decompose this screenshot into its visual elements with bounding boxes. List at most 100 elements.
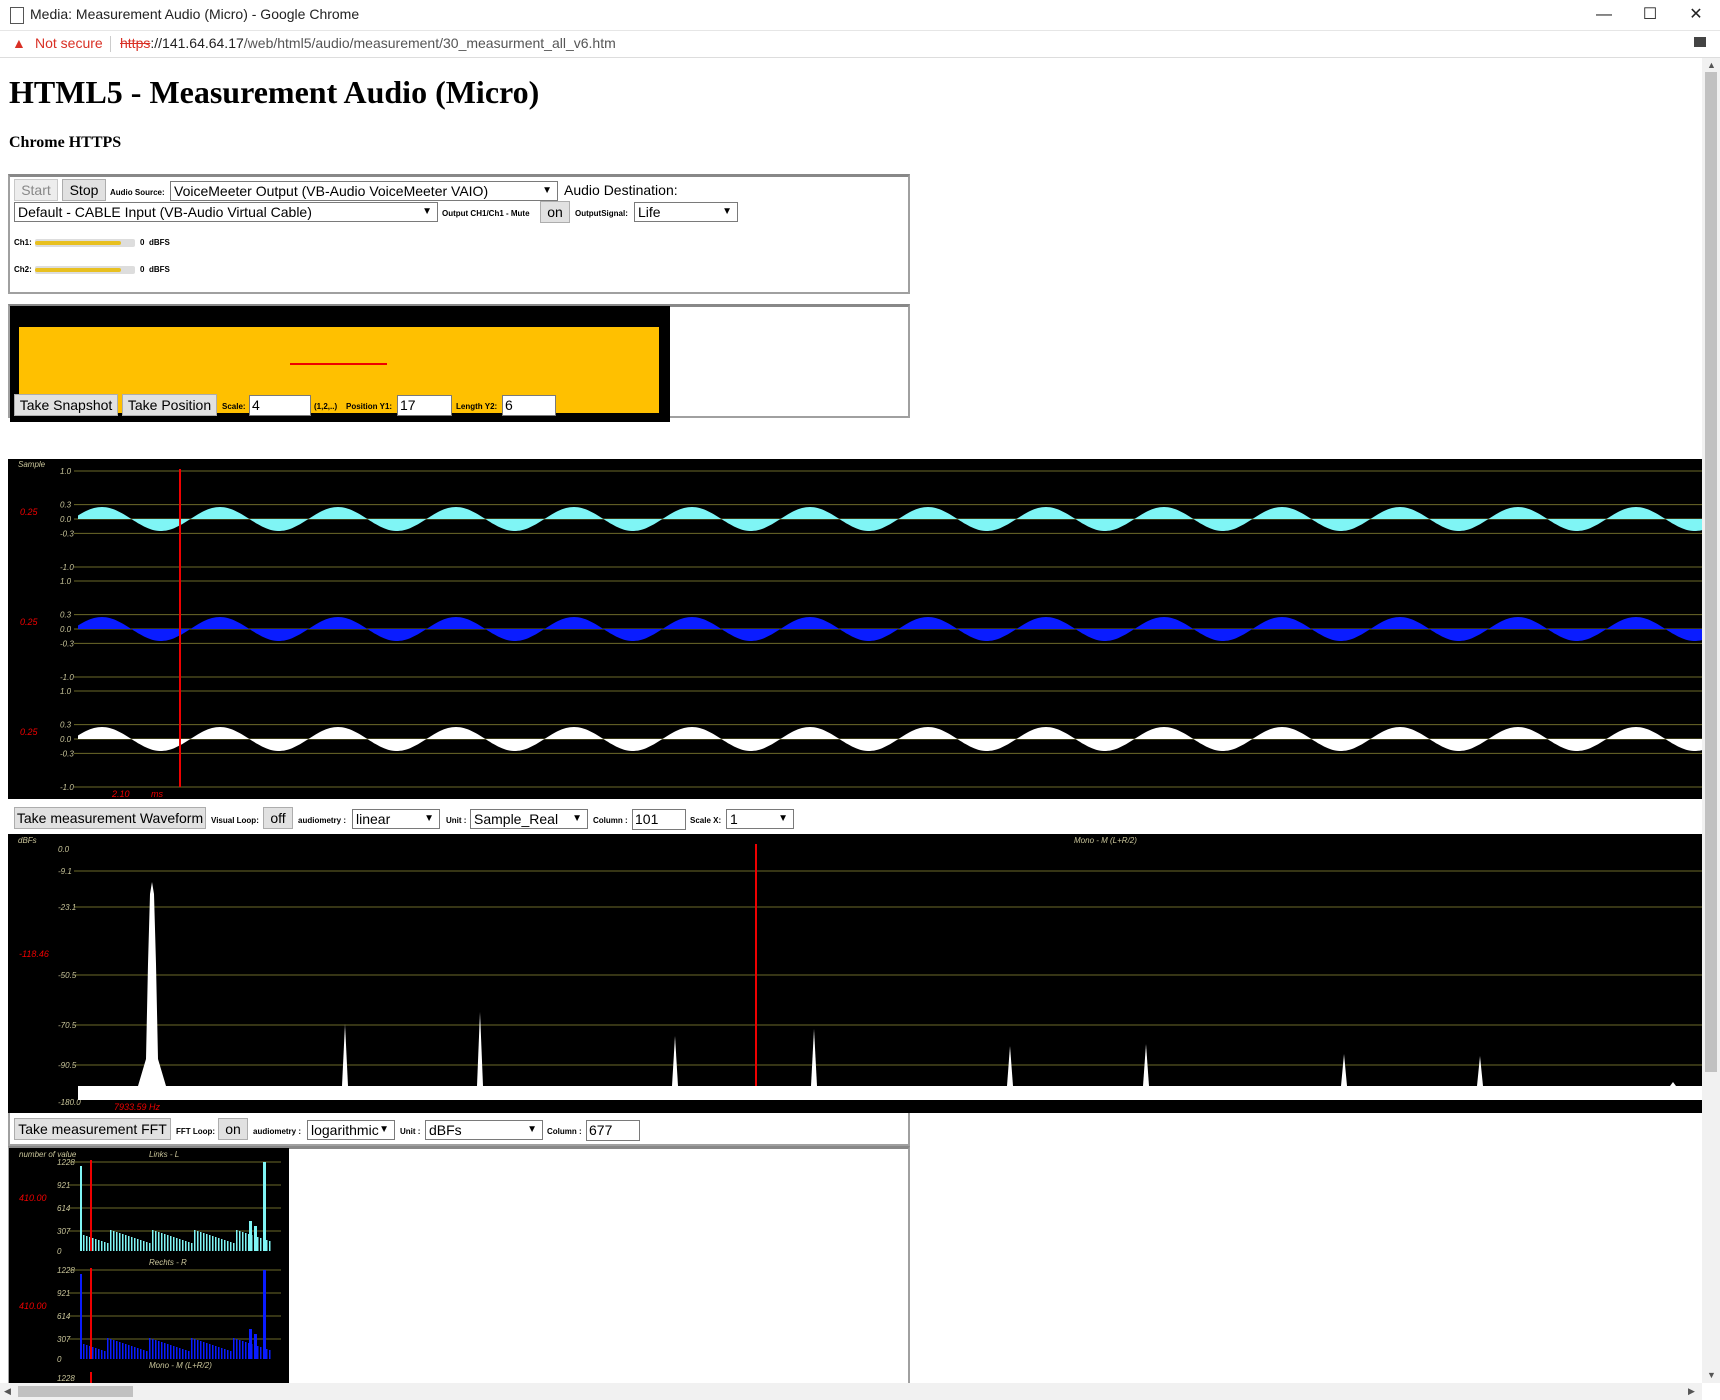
- histogram-bar: [110, 1230, 112, 1251]
- scale-x-value: 1: [730, 811, 738, 827]
- histogram-bar: [176, 1347, 178, 1359]
- maximize-button[interactable]: ☐: [1630, 4, 1670, 26]
- waveform-time-readout: 2.10: [111, 789, 130, 799]
- histogram-bar: [173, 1237, 175, 1251]
- position-y1-input[interactable]: 17: [397, 395, 452, 416]
- audio-source-select[interactable]: VoiceMeeter Output (VB-Audio VoiceMeeter…: [170, 181, 558, 201]
- histogram-bar: [164, 1234, 166, 1251]
- histogram-bar: [80, 1274, 82, 1359]
- length-y2-input[interactable]: 6: [502, 395, 556, 416]
- window-title: Media: Measurement Audio (Micro) - Googl…: [30, 6, 360, 22]
- histogram-bar: [83, 1235, 85, 1251]
- histogram-bar: [143, 1350, 145, 1359]
- waveform-column-label: Column :: [593, 816, 628, 825]
- histogram-bar: [116, 1232, 118, 1251]
- window-title-bar: Media: Measurement Audio (Micro) - Googl…: [0, 0, 1720, 31]
- histogram-bar: [155, 1231, 157, 1251]
- take-fft-button[interactable]: Take measurement FFT: [14, 1118, 171, 1140]
- histogram-bar: [119, 1233, 121, 1251]
- waveform-unit-select[interactable]: Sample_Real ▼: [470, 809, 588, 829]
- scale-x-select[interactable]: 1 ▼: [726, 809, 794, 829]
- fft-column-input[interactable]: 677: [586, 1120, 640, 1141]
- waveform-marker-value: 0.25: [20, 507, 39, 517]
- address-bar[interactable]: ▲ Not secure https://141.64.64.17/web/ht…: [0, 31, 1720, 58]
- visual-loop-button[interactable]: off: [263, 807, 293, 829]
- chevron-down-icon: ▼: [542, 185, 552, 196]
- scale-input[interactable]: 4: [249, 395, 311, 416]
- scroll-left-icon[interactable]: ◀: [4, 1386, 11, 1397]
- histogram-chart[interactable]: number of value Links - L1228921614307041…: [9, 1148, 289, 1383]
- url-text[interactable]: https://141.64.64.17/web/html5/audio/mea…: [120, 35, 616, 51]
- histogram-tick-label: 614: [57, 1312, 71, 1321]
- chevron-down-icon: ▼: [379, 1124, 389, 1135]
- histogram-bar: [236, 1230, 238, 1251]
- audio-destination-select[interactable]: Default - CABLE Input (VB-Audio Virtual …: [14, 202, 438, 222]
- start-button[interactable]: Start: [14, 179, 58, 201]
- histogram-bar: [227, 1350, 229, 1359]
- stop-button[interactable]: Stop: [62, 179, 106, 201]
- waveform-tick-label: 0.3: [60, 611, 72, 620]
- histogram-tick-label: 1228: [57, 1158, 75, 1167]
- take-waveform-button[interactable]: Take measurement Waveform: [14, 807, 206, 829]
- length-y2-label: Length Y2:: [456, 402, 498, 411]
- histogram-bar: [119, 1342, 121, 1359]
- histogram-bar: [230, 1351, 232, 1359]
- histogram-bar: [260, 1238, 262, 1251]
- histogram-bar: [200, 1232, 202, 1251]
- histogram-bar: [266, 1349, 268, 1359]
- chevron-down-icon: ▼: [527, 1124, 537, 1135]
- histogram-bar: [182, 1349, 184, 1359]
- take-position-button[interactable]: Take Position: [122, 394, 217, 416]
- histogram-bar: [263, 1270, 266, 1359]
- histogram-bar: [197, 1340, 199, 1359]
- histogram-bar: [143, 1241, 145, 1251]
- waveform-chart[interactable]: Sample 1.0 0.3 0.0 -0.3 -1.0 0.25 1.0 0.3 0.0 -0.3…: [8, 459, 1702, 799]
- waveform-tick-label: -0.3: [60, 749, 74, 758]
- histogram-bar: [146, 1351, 148, 1359]
- histogram-bar: [131, 1346, 133, 1359]
- histogram-bar: [191, 1243, 193, 1251]
- vertical-scrollbar[interactable]: ▲ ▼: [1702, 58, 1720, 1383]
- output-signal-select[interactable]: Life ▼: [634, 202, 738, 222]
- warning-triangle-icon: ▲: [12, 35, 26, 51]
- histogram-bar: [206, 1234, 208, 1251]
- vertical-scroll-thumb[interactable]: [1705, 72, 1717, 1072]
- url-host: ://141.64.64.17: [150, 35, 244, 51]
- histogram-bar: [221, 1239, 223, 1251]
- histogram-bar: [137, 1239, 139, 1251]
- fft-chart[interactable]: dBFs Mono - M (L+R/2) 0.0 -9.1 -23.1 -50.5 -70…: [8, 834, 1702, 1113]
- histogram-channel-label: Mono - M (L+R/2): [149, 1361, 212, 1370]
- fft-tick-label: -90.5: [58, 1061, 77, 1070]
- not-secure-label[interactable]: Not secure: [35, 35, 103, 51]
- close-button[interactable]: ✕: [1676, 4, 1716, 26]
- output-mute-button[interactable]: on: [540, 201, 570, 223]
- waveform-unit-value: Sample_Real: [474, 811, 559, 827]
- horizontal-scrollbar[interactable]: ◀ ▶: [0, 1383, 1702, 1400]
- scroll-up-icon[interactable]: ▲: [1707, 60, 1716, 70]
- fft-loop-button[interactable]: on: [218, 1118, 248, 1140]
- waveform-audiometry-select[interactable]: linear ▼: [352, 809, 440, 829]
- histogram-bar: [167, 1235, 169, 1251]
- fft-unit-select[interactable]: dBFs ▼: [425, 1120, 543, 1140]
- page-content: HTML5 - Measurement Audio (Micro) Chrome…: [0, 58, 1702, 1383]
- horizontal-scroll-thumb[interactable]: [18, 1386, 133, 1397]
- camera-icon[interactable]: [1694, 37, 1706, 47]
- histogram-bar: [161, 1233, 163, 1251]
- histogram-bar: [227, 1241, 229, 1251]
- scroll-down-icon[interactable]: ▼: [1707, 1370, 1716, 1380]
- fft-tick-label: -180.0: [58, 1098, 81, 1107]
- histogram-bar: [239, 1231, 241, 1251]
- minimize-button[interactable]: —: [1584, 4, 1624, 26]
- scroll-right-icon[interactable]: ▶: [1688, 1386, 1695, 1397]
- waveform-sample-label: Sample: [18, 460, 46, 469]
- histogram-bar: [92, 1347, 94, 1359]
- waveform-column-input[interactable]: 101: [632, 809, 686, 830]
- histogram-bar: [254, 1226, 257, 1251]
- histogram-bar: [212, 1236, 214, 1251]
- output-mute-label: Output CH1/Ch1 - Mute: [442, 209, 530, 218]
- histogram-bar: [269, 1241, 271, 1251]
- histogram-bar: [167, 1344, 169, 1359]
- fft-audiometry-select[interactable]: logarithmic ▼: [307, 1120, 395, 1140]
- take-snapshot-button[interactable]: Take Snapshot: [14, 394, 118, 416]
- histogram-bar: [215, 1346, 217, 1359]
